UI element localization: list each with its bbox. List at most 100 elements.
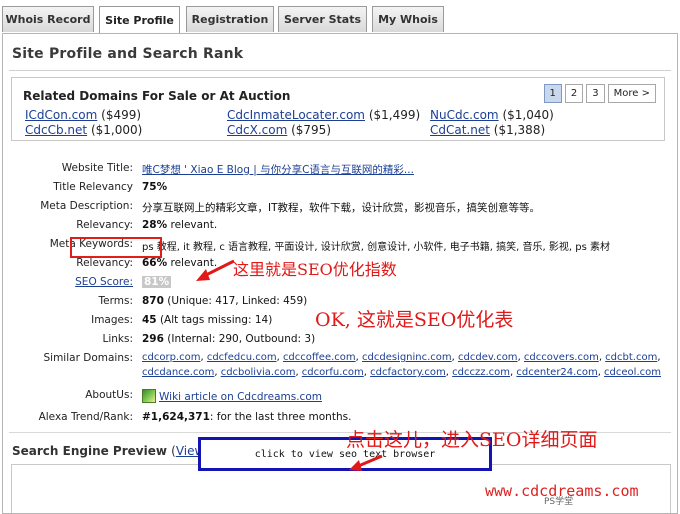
domain-item: NuCdc.com ($1,040) bbox=[430, 108, 554, 122]
row-value: 28% relevant. bbox=[142, 219, 217, 231]
domain-price: ($795) bbox=[291, 123, 331, 137]
row-label: Website Title: bbox=[61, 162, 133, 174]
row-label: Links: bbox=[102, 333, 133, 345]
tab-whois-record[interactable]: Whois Record bbox=[2, 6, 94, 32]
row-value: 唯C梦想 ' Xiao E Blog | 与你分享C语言与互联网的精彩... bbox=[142, 162, 414, 177]
row-value: 75% bbox=[142, 181, 167, 193]
row-value: 870 (Unique: 417, Linked: 459) bbox=[142, 295, 307, 307]
page-title: Site Profile and Search Rank bbox=[12, 46, 244, 62]
similar-domain-link[interactable]: cdcdesigninc.com bbox=[362, 352, 452, 363]
links-row: Links: 296 (Internal: 290, Outbound: 3) bbox=[3, 331, 677, 349]
similar-domain-link[interactable]: cdcbt.com bbox=[605, 352, 657, 363]
similar-domains-line-2: cdcdance.com, cdcbolivia.com, cdcorfu.co… bbox=[142, 367, 661, 378]
domain-item: CdcCb.net ($1,000) bbox=[25, 123, 142, 137]
terms-suffix: (Unique: 417, Linked: 459) bbox=[163, 295, 308, 307]
relevancy-value: 75% bbox=[142, 181, 168, 193]
seo-score-link[interactable]: SEO Score: bbox=[75, 276, 133, 288]
similar-domain-link[interactable]: cdcfedcu.com bbox=[207, 352, 277, 363]
page-button-1[interactable]: 1 bbox=[543, 84, 562, 103]
about-us-row: AboutUs: Wiki article on Cdcdreams.com bbox=[3, 387, 677, 405]
row-value: 分享互联网上的精彩文章，IT教程，软件下载，设计欣赏，影视音乐，搞笑创意等等。 bbox=[142, 202, 541, 214]
domain-item: CdCat.net ($1,388) bbox=[430, 123, 545, 137]
domain-price: ($1,499) bbox=[368, 108, 421, 122]
similar-domain-link[interactable]: cdccovers.com bbox=[524, 352, 599, 363]
similar-domain-link[interactable]: cdcfactory.com bbox=[370, 367, 446, 378]
row-value: ps 教程, it 教程, c 语言教程, 平面设计, 设计欣赏, 创意设计, … bbox=[142, 242, 610, 253]
row-label: Images: bbox=[91, 314, 133, 326]
domain-link[interactable]: CdcCb.net bbox=[25, 123, 87, 137]
website-title-row: Website Title: 唯C梦想 ' Xiao E Blog | 与你分享… bbox=[3, 160, 677, 178]
similar-domains-line-1: cdcorp.com, cdcfedcu.com, cdccoffee.com,… bbox=[142, 352, 661, 363]
similar-domain-link[interactable]: cdcbolivia.com bbox=[221, 367, 296, 378]
website-title-link[interactable]: 唯C梦想 ' Xiao E Blog | 与你分享C语言与互联网的精彩... bbox=[142, 164, 414, 176]
domain-link[interactable]: NuCdc.com bbox=[430, 108, 499, 122]
domain-link[interactable]: CdcInmateLocater.com bbox=[227, 108, 365, 122]
domain-item: CdcX.com ($795) bbox=[227, 123, 331, 137]
title-relevancy-row: Title Relevancy 75% bbox=[3, 179, 677, 197]
seo-score-highlight-box bbox=[70, 237, 162, 258]
domain-link[interactable]: ICdCon.com bbox=[25, 108, 97, 122]
arrow-icon bbox=[349, 454, 383, 471]
similar-domains-row: Similar Domains: cdcorp.com, cdcfedcu.co… bbox=[3, 350, 677, 384]
tab-label: Site Profile bbox=[105, 14, 174, 27]
relevancy-suffix: relevant. bbox=[167, 219, 218, 231]
similar-domain-link[interactable]: cdcczz.com bbox=[452, 367, 510, 378]
seo-score-value: 81% bbox=[142, 276, 172, 288]
similar-domain-link[interactable]: cdccoffee.com bbox=[283, 352, 356, 363]
tab-label: My Whois bbox=[378, 13, 438, 26]
page-button-2[interactable]: 2 bbox=[564, 84, 584, 103]
wiki-article-link[interactable]: Wiki article on Cdcdreams.com bbox=[159, 391, 322, 403]
similar-domain-link[interactable]: cdcdev.com bbox=[458, 352, 518, 363]
annotation-seo-index: 这里就是SEO优化指数 bbox=[233, 260, 397, 279]
domain-price: ($499) bbox=[101, 108, 142, 122]
links-value: 296 bbox=[142, 333, 164, 345]
images-value: 45 bbox=[142, 314, 157, 326]
row-label: Terms: bbox=[98, 295, 133, 307]
similar-domain-link[interactable]: cdcorfu.com bbox=[302, 367, 364, 378]
images-suffix: (Alt tags missing: 14) bbox=[156, 314, 273, 326]
similar-domain-link[interactable]: cdcorp.com bbox=[142, 352, 200, 363]
domain-price: ($1,000) bbox=[90, 123, 143, 137]
tab-registration[interactable]: Registration bbox=[186, 6, 274, 32]
similar-domain-link[interactable]: cdcenter24.com bbox=[516, 367, 597, 378]
links-suffix: (Internal: 290, Outbound: 3) bbox=[163, 333, 316, 345]
meta-description-row: Meta Description: 分享互联网上的精彩文章，IT教程，软件下载，… bbox=[3, 198, 677, 216]
tab-server-stats[interactable]: Server Stats bbox=[278, 6, 367, 32]
alexa-suffix: : for the last three months. bbox=[209, 411, 352, 423]
domain-link[interactable]: CdCat.net bbox=[430, 123, 490, 137]
more-button[interactable]: More > bbox=[607, 84, 656, 103]
row-label: Title Relevancy bbox=[53, 181, 133, 193]
related-domains-box: Related Domains For Sale or At Auction 1… bbox=[11, 77, 665, 141]
domain-price: ($1,388) bbox=[493, 123, 546, 137]
domain-link[interactable]: CdcX.com bbox=[227, 123, 287, 137]
relevancy-value: 28% bbox=[142, 219, 168, 231]
row-label: Relevancy: bbox=[76, 219, 133, 231]
domain-item: ICdCon.com ($499) bbox=[25, 108, 141, 122]
preview-title-text: Search Engine Preview bbox=[12, 444, 167, 458]
divider bbox=[9, 70, 671, 71]
row-label: AboutUs: bbox=[85, 389, 133, 401]
row-value: 45 (Alt tags missing: 14) bbox=[142, 314, 272, 326]
tab-my-whois[interactable]: My Whois bbox=[372, 6, 444, 32]
tab-label: Whois Record bbox=[5, 13, 91, 26]
description-relevancy-row: Relevancy: 28% relevant. bbox=[3, 217, 677, 235]
tab-site-profile[interactable]: Site Profile bbox=[99, 6, 180, 34]
similar-domain-link[interactable]: cdcdance.com bbox=[142, 367, 214, 378]
domain-item: CdcInmateLocater.com ($1,499) bbox=[227, 108, 420, 122]
row-value: 81% bbox=[142, 276, 172, 288]
row-label: Meta Description: bbox=[40, 200, 133, 212]
relevancy-value: 66% bbox=[142, 257, 168, 269]
arrow-icon bbox=[196, 259, 235, 281]
related-domains-title: Related Domains For Sale or At Auction bbox=[23, 89, 291, 103]
row-label: Alexa Trend/Rank: bbox=[38, 411, 133, 423]
page-button-3[interactable]: 3 bbox=[586, 84, 605, 103]
row-value: Wiki article on Cdcdreams.com bbox=[142, 389, 322, 403]
row-label: Similar Domains: bbox=[43, 352, 134, 364]
similar-domain-link[interactable]: cdceol.com bbox=[604, 367, 661, 378]
tab-label: Registration bbox=[191, 13, 269, 26]
row-label: Relevancy: bbox=[76, 257, 133, 269]
tab-label: Server Stats bbox=[283, 13, 362, 26]
watermark-small: PS学堂 bbox=[544, 497, 574, 507]
pager: 1 2 3 More > bbox=[543, 84, 656, 103]
row-value: 296 (Internal: 290, Outbound: 3) bbox=[142, 333, 315, 345]
